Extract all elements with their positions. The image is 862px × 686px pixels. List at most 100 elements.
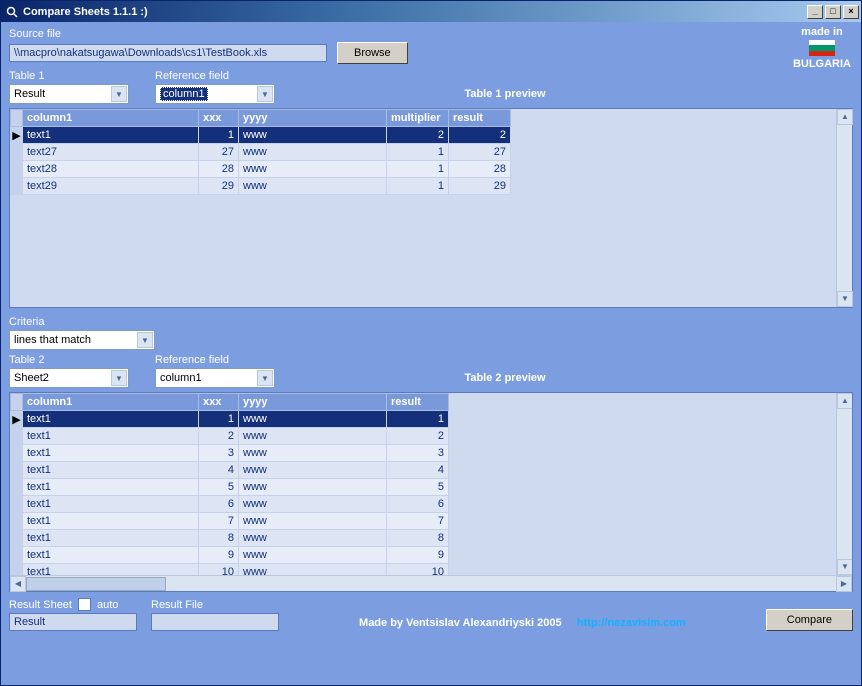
table-row[interactable]: text2929www129 bbox=[11, 178, 511, 195]
result-sheet-input[interactable] bbox=[9, 613, 137, 631]
table-cell[interactable]: www bbox=[239, 161, 387, 178]
table-cell[interactable]: text1 bbox=[23, 411, 199, 428]
scroll-down-icon[interactable]: ▼ bbox=[837, 291, 853, 307]
table-cell[interactable]: www bbox=[239, 496, 387, 513]
table-cell[interactable]: 8 bbox=[199, 530, 239, 547]
table-row[interactable]: text110www10 bbox=[11, 564, 449, 576]
table-cell[interactable]: 27 bbox=[449, 144, 511, 161]
table-cell[interactable]: www bbox=[239, 144, 387, 161]
table-cell[interactable]: www bbox=[239, 462, 387, 479]
table-row[interactable]: ▶text11www22 bbox=[11, 127, 511, 144]
table-cell[interactable]: www bbox=[239, 428, 387, 445]
table1-select[interactable]: Result ▼ bbox=[9, 84, 129, 104]
table-cell[interactable]: text1 bbox=[23, 564, 199, 576]
table-cell[interactable]: 8 bbox=[387, 530, 449, 547]
scroll-right-icon[interactable]: ▶ bbox=[836, 576, 852, 592]
table1-grid[interactable]: column1xxxyyyymultiplierresult▶text11www… bbox=[9, 108, 853, 308]
table-row[interactable]: text13www3 bbox=[11, 445, 449, 462]
scrollbar-horizontal[interactable]: ◀ ▶ bbox=[10, 575, 852, 591]
ref-field1-select[interactable]: column1 ▼ bbox=[155, 84, 275, 104]
table-cell[interactable]: text1 bbox=[23, 127, 199, 144]
scroll-left-icon[interactable]: ◀ bbox=[10, 576, 26, 592]
table-cell[interactable]: www bbox=[239, 564, 387, 576]
table-cell[interactable]: text1 bbox=[23, 428, 199, 445]
table-cell[interactable]: 1 bbox=[387, 161, 449, 178]
table-cell[interactable]: text28 bbox=[23, 161, 199, 178]
table-cell[interactable]: www bbox=[239, 479, 387, 496]
table-cell[interactable]: text1 bbox=[23, 513, 199, 530]
table-cell[interactable]: 7 bbox=[387, 513, 449, 530]
table-cell[interactable]: 1 bbox=[387, 178, 449, 195]
table-cell[interactable]: 1 bbox=[387, 144, 449, 161]
table-cell[interactable]: text1 bbox=[23, 547, 199, 564]
table-cell[interactable]: text1 bbox=[23, 445, 199, 462]
table-row[interactable]: text16www6 bbox=[11, 496, 449, 513]
table-cell[interactable]: 7 bbox=[199, 513, 239, 530]
table-row[interactable]: ▶text11www1 bbox=[11, 411, 449, 428]
table-cell[interactable]: www bbox=[239, 178, 387, 195]
table-row[interactable]: text15www5 bbox=[11, 479, 449, 496]
table-cell[interactable]: www bbox=[239, 411, 387, 428]
column-header[interactable]: result bbox=[449, 110, 511, 127]
table-cell[interactable]: 2 bbox=[199, 428, 239, 445]
table-cell[interactable]: 9 bbox=[199, 547, 239, 564]
table-cell[interactable]: 1 bbox=[199, 127, 239, 144]
criteria-select[interactable]: lines that match ▼ bbox=[9, 330, 155, 350]
column-header[interactable]: yyyy bbox=[239, 394, 387, 411]
maximize-button[interactable]: □ bbox=[825, 5, 841, 19]
table-cell[interactable]: 2 bbox=[387, 127, 449, 144]
scroll-up-icon[interactable]: ▲ bbox=[837, 393, 852, 409]
result-file-input[interactable] bbox=[151, 613, 279, 631]
table-cell[interactable]: 10 bbox=[199, 564, 239, 576]
table-cell[interactable]: 6 bbox=[199, 496, 239, 513]
scrollbar-vertical[interactable]: ▲▼ bbox=[836, 109, 852, 307]
titlebar[interactable]: Compare Sheets 1.1.1 :) _ □ × bbox=[1, 1, 861, 22]
table-cell[interactable]: 1 bbox=[387, 411, 449, 428]
ref-field2-select[interactable]: column1 ▼ bbox=[155, 368, 275, 388]
table-cell[interactable]: text1 bbox=[23, 496, 199, 513]
credit-link[interactable]: http://nezavisim.com bbox=[577, 617, 686, 629]
table-cell[interactable]: 3 bbox=[387, 445, 449, 462]
table-row[interactable]: text2727www127 bbox=[11, 144, 511, 161]
table-cell[interactable]: text1 bbox=[23, 462, 199, 479]
table-row[interactable]: text12www2 bbox=[11, 428, 449, 445]
column-header[interactable]: xxx bbox=[199, 110, 239, 127]
table2-grid[interactable]: column1xxxyyyyresult▶text11www1text12www… bbox=[9, 392, 853, 592]
table-cell[interactable]: www bbox=[239, 445, 387, 462]
table-row[interactable]: text17www7 bbox=[11, 513, 449, 530]
table-cell[interactable]: 4 bbox=[387, 462, 449, 479]
table-cell[interactable]: text1 bbox=[23, 530, 199, 547]
table-cell[interactable]: 27 bbox=[199, 144, 239, 161]
close-button[interactable]: × bbox=[843, 5, 859, 19]
column-header[interactable]: xxx bbox=[199, 394, 239, 411]
table-cell[interactable]: 2 bbox=[387, 428, 449, 445]
table-cell[interactable]: 29 bbox=[199, 178, 239, 195]
table-cell[interactable]: www bbox=[239, 513, 387, 530]
table-row[interactable]: text19www9 bbox=[11, 547, 449, 564]
compare-button[interactable]: Compare bbox=[766, 609, 853, 631]
table-cell[interactable]: 28 bbox=[199, 161, 239, 178]
table-cell[interactable]: 5 bbox=[199, 479, 239, 496]
scroll-thumb[interactable] bbox=[26, 577, 166, 591]
table-cell[interactable]: 1 bbox=[199, 411, 239, 428]
table-row[interactable]: text2828www128 bbox=[11, 161, 511, 178]
table-row[interactable]: text18www8 bbox=[11, 530, 449, 547]
column-header[interactable]: multiplier bbox=[387, 110, 449, 127]
table-cell[interactable]: 5 bbox=[387, 479, 449, 496]
table-cell[interactable]: 9 bbox=[387, 547, 449, 564]
table-cell[interactable]: 29 bbox=[449, 178, 511, 195]
auto-checkbox[interactable] bbox=[78, 598, 91, 611]
table-cell[interactable]: text1 bbox=[23, 479, 199, 496]
column-header[interactable]: column1 bbox=[23, 394, 199, 411]
scroll-down-icon[interactable]: ▼ bbox=[837, 559, 852, 575]
source-file-input[interactable] bbox=[9, 44, 327, 62]
table-cell[interactable]: text29 bbox=[23, 178, 199, 195]
table-cell[interactable]: www bbox=[239, 530, 387, 547]
table-row[interactable]: text14www4 bbox=[11, 462, 449, 479]
scrollbar-vertical[interactable]: ▲▼ bbox=[836, 393, 852, 575]
column-header[interactable]: yyyy bbox=[239, 110, 387, 127]
scroll-up-icon[interactable]: ▲ bbox=[837, 109, 853, 125]
table2-select[interactable]: Sheet2 ▼ bbox=[9, 368, 129, 388]
browse-button[interactable]: Browse bbox=[337, 42, 408, 64]
table-cell[interactable]: www bbox=[239, 547, 387, 564]
